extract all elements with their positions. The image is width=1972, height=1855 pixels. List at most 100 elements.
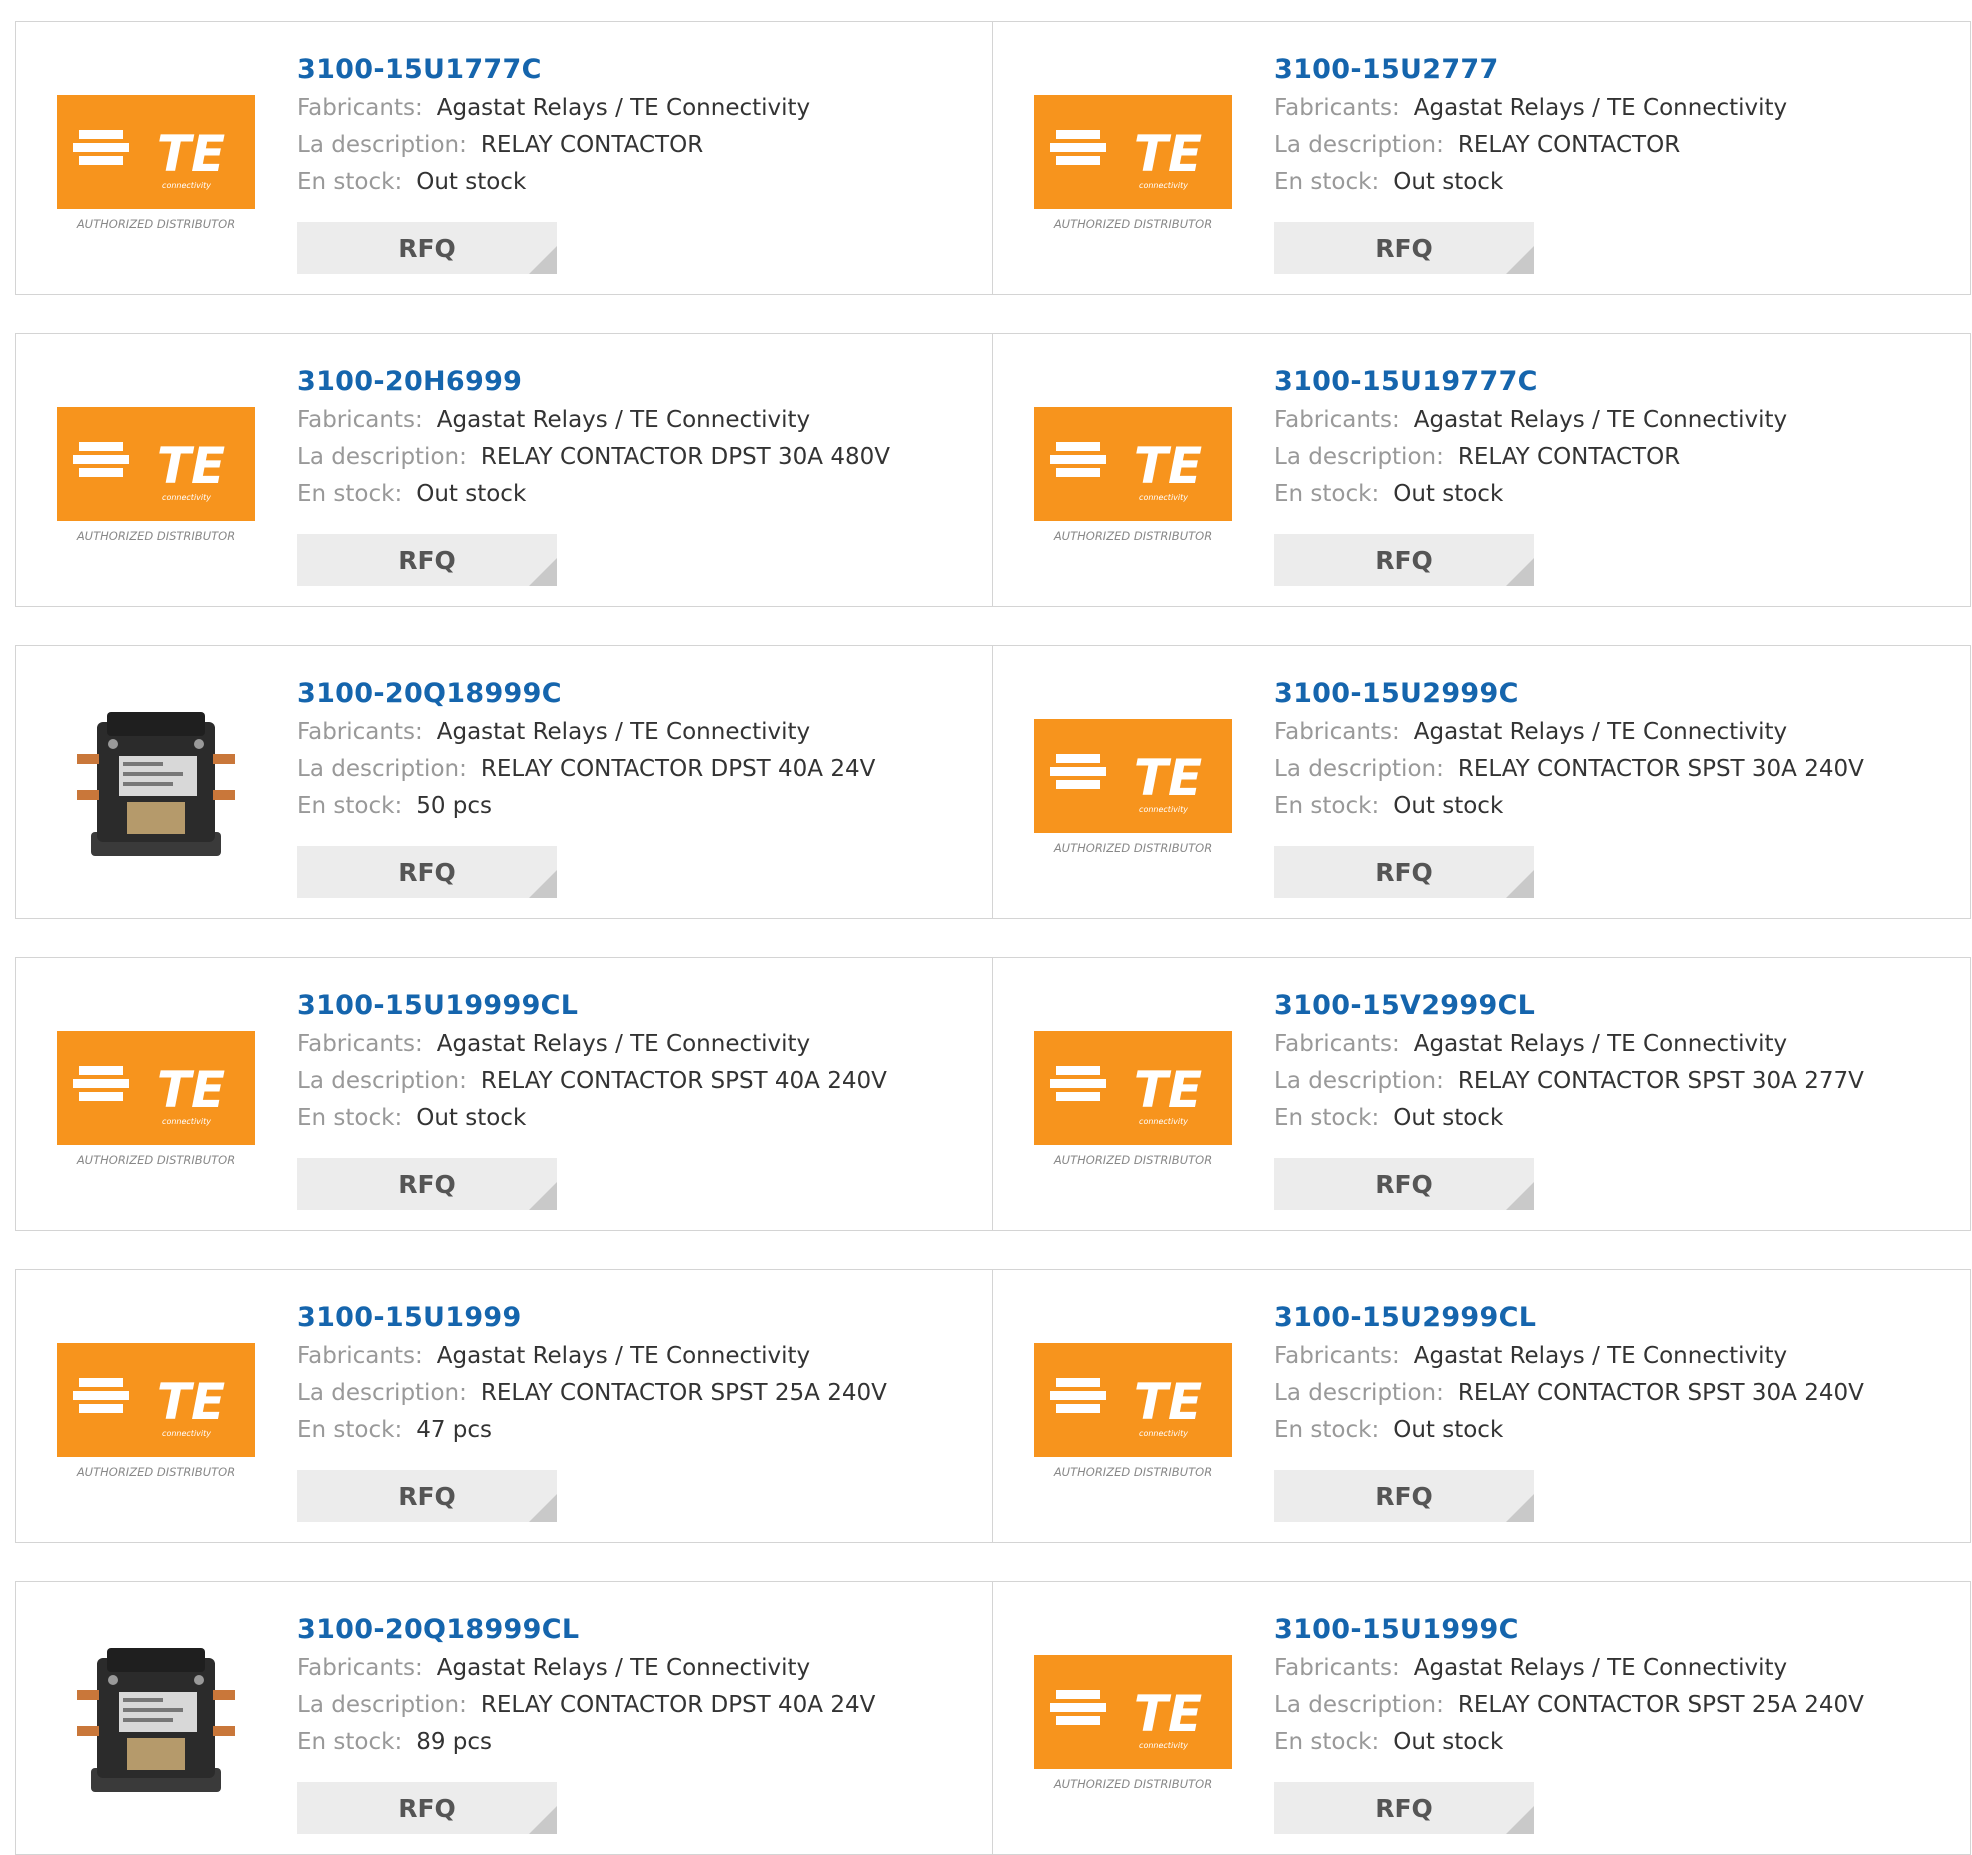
- product-card: TE connectivity AUTHORIZED DISTRIBUTOR 310…: [993, 957, 1971, 1231]
- rfq-button[interactable]: RFQ: [297, 1158, 557, 1210]
- manufacturer-label: Fabricants: [297, 1343, 415, 1369]
- rfq-button[interactable]: RFQ: [297, 1470, 557, 1522]
- te-logo-image[interactable]: TE connectivity AUTHORIZED DISTRIBUTOR: [57, 380, 255, 560]
- stock-label: En stock: [1274, 1105, 1372, 1131]
- part-number-link[interactable]: 3100-15U1777C: [297, 50, 810, 90]
- label-separator: :: [1391, 1655, 1400, 1681]
- te-logo-image[interactable]: TE connectivity AUTHORIZED DISTRIBUTOR: [57, 1316, 255, 1496]
- stock-row: En stock: Out stock: [1274, 1412, 1864, 1449]
- part-number-link[interactable]: 3100-15V2999CL: [1274, 986, 1864, 1026]
- stock-value: Out stock: [1393, 1417, 1504, 1443]
- product-card: TE connectivity AUTHORIZED DISTRIBUTOR 310…: [993, 645, 1971, 919]
- corner-triangle-icon: [1506, 1806, 1534, 1834]
- rfq-button[interactable]: RFQ: [1274, 222, 1534, 274]
- part-number-link[interactable]: 3100-15U19777C: [1274, 362, 1787, 402]
- rfq-button[interactable]: RFQ: [297, 534, 557, 586]
- part-number-link[interactable]: 3100-20Q18999CL: [297, 1610, 875, 1650]
- manufacturer-value: Agastat Relays / TE Connectivity: [436, 1031, 811, 1057]
- rfq-label: RFQ: [1375, 1481, 1433, 1511]
- te-logo-image[interactable]: TE connectivity AUTHORIZED DISTRIBUTOR: [1034, 1628, 1232, 1808]
- stock-label: En stock: [297, 169, 395, 195]
- stock-row: En stock: Out stock: [297, 1100, 887, 1137]
- manufacturer-label: Fabricants: [1274, 1343, 1392, 1369]
- description-label: La description: [1274, 1692, 1437, 1718]
- rfq-label: RFQ: [398, 1169, 456, 1199]
- product-card: TE connectivity AUTHORIZED DISTRIBUTOR 310…: [15, 957, 993, 1231]
- te-logo-image[interactable]: TE connectivity AUTHORIZED DISTRIBUTOR: [1034, 380, 1232, 560]
- part-number-link[interactable]: 3100-15U19999CL: [297, 986, 887, 1026]
- label-separator: :: [1371, 481, 1380, 507]
- manufacturer-value: Agastat Relays / TE Connectivity: [436, 95, 811, 121]
- te-logo-image[interactable]: TE connectivity AUTHORIZED DISTRIBUTOR: [57, 1004, 255, 1184]
- label-separator: :: [394, 1729, 403, 1755]
- te-connectivity-logo: TEconnectivity AUTHORIZED DISTRIBUTOR: [57, 1031, 255, 1167]
- logo-mark-text: TE: [1134, 1685, 1202, 1743]
- manufacturer-value: Agastat Relays / TE Connectivity: [436, 1655, 811, 1681]
- stock-row: En stock: Out stock: [1274, 476, 1787, 513]
- manufacturer-row: Fabricants: Agastat Relays / TE Connectiv…: [1274, 1026, 1864, 1063]
- part-number-link[interactable]: 3100-15U2999CL: [1274, 1298, 1864, 1338]
- label-separator: :: [1436, 1068, 1444, 1094]
- product-info: 3100-15U19777C Fabricants: Agastat Relays…: [1274, 362, 1787, 513]
- part-number-link[interactable]: 3100-15U2777: [1274, 50, 1787, 90]
- description-label: La description: [297, 132, 460, 158]
- rfq-button[interactable]: RFQ: [297, 1782, 557, 1834]
- te-logo-image[interactable]: TE connectivity AUTHORIZED DISTRIBUTOR: [1034, 1004, 1232, 1184]
- label-separator: :: [1371, 793, 1380, 819]
- product-info: 3100-15U2999C Fabricants: Agastat Relays …: [1274, 674, 1864, 825]
- stock-label: En stock: [297, 1417, 395, 1443]
- label-separator: :: [1436, 1692, 1444, 1718]
- description-value: RELAY CONTACTOR SPST 40A 240V: [480, 1068, 887, 1094]
- rfq-label: RFQ: [1375, 233, 1433, 263]
- manufacturer-value: Agastat Relays / TE Connectivity: [1413, 719, 1788, 745]
- rfq-button[interactable]: RFQ: [1274, 1782, 1534, 1834]
- te-logo-image[interactable]: TE connectivity AUTHORIZED DISTRIBUTOR: [1034, 68, 1232, 248]
- stock-row: En stock: 89 pcs: [297, 1724, 875, 1761]
- stock-value: Out stock: [416, 481, 527, 507]
- corner-triangle-icon: [1506, 870, 1534, 898]
- te-logo-image[interactable]: TE connectivity AUTHORIZED DISTRIBUTOR: [1034, 1316, 1232, 1496]
- part-number-link[interactable]: 3100-15U1999: [297, 1298, 887, 1338]
- manufacturer-row: Fabricants: Agastat Relays / TE Connectiv…: [1274, 714, 1864, 751]
- description-value: RELAY CONTACTOR DPST 30A 480V: [480, 444, 890, 470]
- te-logo-image[interactable]: TE connectivity AUTHORIZED DISTRIBUTOR: [1034, 692, 1232, 872]
- part-number-link[interactable]: 3100-15U1999C: [1274, 1610, 1864, 1650]
- manufacturer-value: Agastat Relays / TE Connectivity: [1413, 1655, 1788, 1681]
- description-label: La description: [1274, 756, 1437, 782]
- contactor-photo[interactable]: [57, 1628, 255, 1808]
- product-info: 3100-15U19999CL Fabricants: Agastat Relay…: [297, 986, 887, 1137]
- rfq-button[interactable]: RFQ: [297, 222, 557, 274]
- description-row: La description: RELAY CONTACTOR SPST 25A …: [1274, 1687, 1864, 1724]
- te-logo-image[interactable]: TE connectivity AUTHORIZED DISTRIBUTOR: [57, 68, 255, 248]
- label-separator: :: [1391, 1031, 1400, 1057]
- logo-sub-text: connectivity: [1139, 1429, 1188, 1438]
- logo-mark-text: TE: [157, 125, 225, 183]
- contactor-photo[interactable]: [57, 692, 255, 872]
- part-number-link[interactable]: 3100-15U2999C: [1274, 674, 1864, 714]
- rfq-button[interactable]: RFQ: [1274, 1158, 1534, 1210]
- product-card: TE connectivity AUTHORIZED DISTRIBUTOR 310…: [15, 1269, 993, 1543]
- description-value: RELAY CONTACTOR SPST 25A 240V: [480, 1380, 887, 1406]
- rfq-button[interactable]: RFQ: [1274, 846, 1534, 898]
- rfq-button[interactable]: RFQ: [297, 846, 557, 898]
- part-number-link[interactable]: 3100-20Q18999C: [297, 674, 875, 714]
- stock-value: Out stock: [1393, 481, 1504, 507]
- rfq-label: RFQ: [398, 1481, 456, 1511]
- label-separator: :: [459, 756, 467, 782]
- description-row: La description: RELAY CONTACTOR: [1274, 439, 1787, 476]
- stock-value: Out stock: [1393, 1105, 1504, 1131]
- part-number-link[interactable]: 3100-20H6999: [297, 362, 890, 402]
- logo-mark-text: TE: [1134, 1061, 1202, 1119]
- logo-sub-text: connectivity: [1139, 805, 1188, 814]
- rfq-button[interactable]: RFQ: [1274, 534, 1534, 586]
- product-info: 3100-15V2999CL Fabricants: Agastat Relays…: [1274, 986, 1864, 1137]
- te-connectivity-logo: TEconnectivity AUTHORIZED DISTRIBUTOR: [1034, 95, 1232, 231]
- logo-tagline-text: AUTHORIZED DISTRIBUTOR: [1053, 217, 1212, 231]
- te-connectivity-logo: TEconnectivity AUTHORIZED DISTRIBUTOR: [57, 95, 255, 231]
- manufacturer-row: Fabricants: Agastat Relays / TE Connectiv…: [297, 1026, 887, 1063]
- logo-mark-text: TE: [157, 437, 225, 495]
- product-info: 3100-15U2999CL Fabricants: Agastat Relays…: [1274, 1298, 1864, 1449]
- manufacturer-value: Agastat Relays / TE Connectivity: [1413, 95, 1788, 121]
- label-separator: :: [459, 1692, 467, 1718]
- rfq-button[interactable]: RFQ: [1274, 1470, 1534, 1522]
